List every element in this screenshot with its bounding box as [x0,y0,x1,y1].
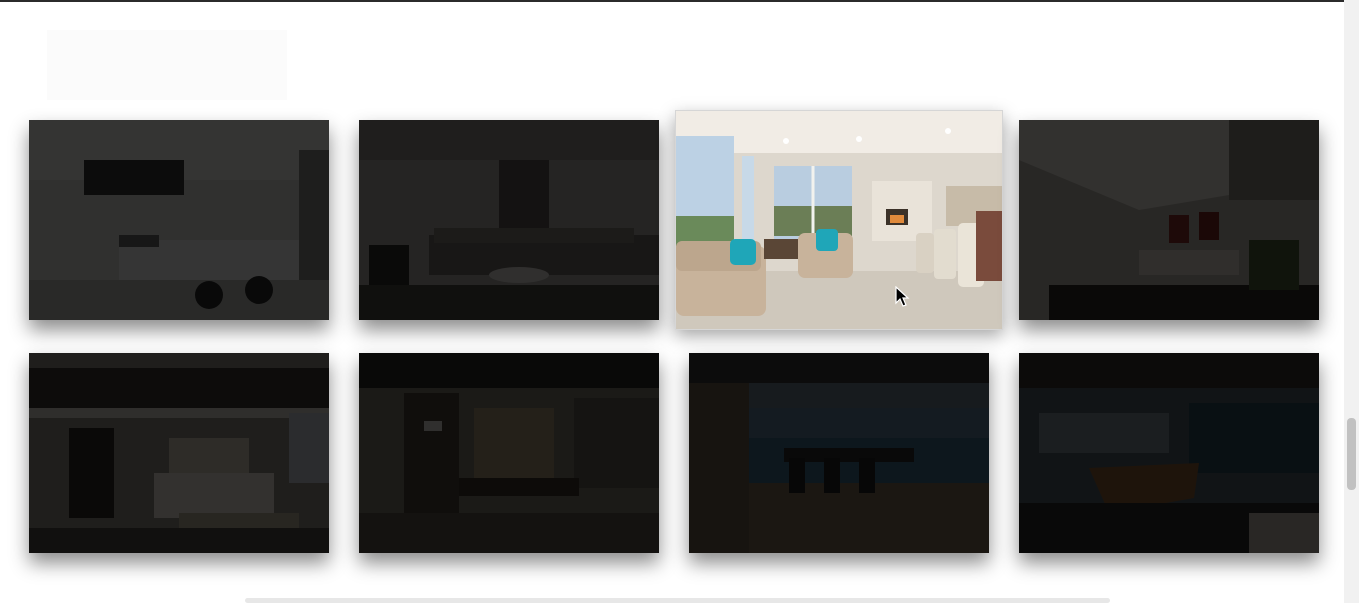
photo-gallery [0,0,1344,603]
gallery-tile-living-room[interactable] [359,120,659,320]
dim-overlay [29,120,329,320]
section-divider [245,598,1110,603]
gallery-tile-bedroom[interactable] [29,353,329,553]
bright-living-room-image [676,111,1002,329]
gallery-tile-loft[interactable] [1019,120,1319,320]
gallery-tile-bright-living-room[interactable] [675,110,1003,330]
dim-overlay [689,353,989,553]
dim-overlay [359,120,659,320]
mouse-cursor-icon [895,286,910,307]
gallery-tile-dining-ocean[interactable] [689,353,989,553]
gallery-tile-kitchen[interactable] [29,120,329,320]
gallery-tile-office[interactable] [359,353,659,553]
vertical-scrollbar[interactable] [1344,0,1359,603]
gallery-tile-long-dining[interactable] [1019,353,1319,553]
dim-overlay [1019,353,1319,553]
dim-overlay [1019,120,1319,320]
dim-overlay [359,353,659,553]
scrollbar-thumb[interactable] [1347,418,1356,490]
dim-overlay [29,353,329,553]
